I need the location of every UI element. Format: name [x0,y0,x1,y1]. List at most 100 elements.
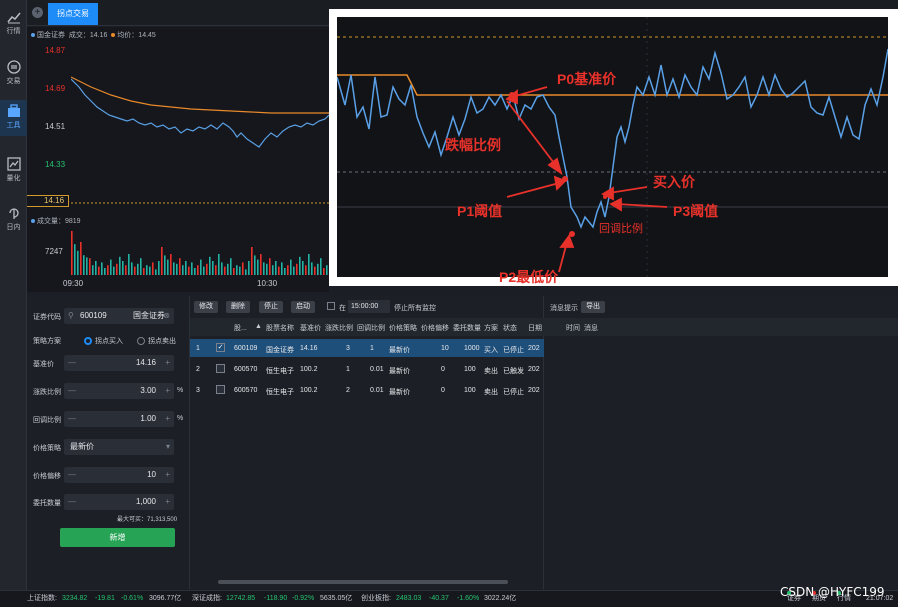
toolbox-icon [7,104,20,117]
schedule-time-input[interactable]: 15:00:00 [348,300,390,313]
code-label: 证券代码 [33,314,61,321]
drop-percent-unit: % [177,387,184,394]
legend-avg: 均价：14.45 [117,32,156,39]
nav-item-intraday[interactable]: 日内 [0,202,27,238]
table-cell: 买入 [484,347,498,354]
volume-bar [254,255,256,275]
nav-item-quotes[interactable]: 行情 [0,6,27,42]
table-cell: 3 [346,345,350,352]
col-status[interactable]: 状态 [503,323,517,333]
volume-bar [203,266,205,275]
price-plot [71,76,329,204]
minus-icon[interactable]: — [68,467,76,483]
plus-icon[interactable]: + [165,467,170,483]
volume-legend: 成交量：9819 [31,216,81,226]
edit-button[interactable]: 修改 [194,301,218,313]
radio-sell[interactable]: 拐点卖出 [137,336,176,346]
start-button[interactable]: 启动 [291,301,315,313]
volume-bar [206,263,208,275]
schedule-checkbox[interactable] [327,302,335,310]
table-cell: 已触发 [503,368,524,375]
time-label-start: 09:30 [63,279,84,288]
clear-icon[interactable]: ⊗ [163,308,170,324]
nav-item-quant[interactable]: 量化 [0,153,27,189]
volume-bar [305,265,307,275]
message-panel: 消息提示 导出 时间 消息 [544,296,898,589]
col-date[interactable]: 日期 [528,323,542,333]
minus-icon[interactable]: — [68,411,76,427]
price-offset-stepper[interactable]: — 10 + [64,467,174,483]
delete-button[interactable]: 删除 [226,301,250,313]
search-icon: ⚲ [68,311,74,320]
nav-item-trade[interactable]: 交易 [0,56,27,92]
table-cell: 202 [528,387,540,394]
code-field[interactable]: ⚲ 600109 国金证券 ⊗ [64,308,174,324]
avg-price-line [71,76,329,114]
plus-icon[interactable]: + [165,355,170,371]
annotation-p3: P3阈值 [673,203,719,219]
quantity-stepper[interactable]: — 1,000 + [64,494,174,510]
volume-bar [125,265,127,275]
col-price-strategy[interactable]: 价格策略 [389,323,417,333]
drop-ratio-stepper[interactable]: — 3.00 + [64,383,174,399]
minus-icon[interactable]: — [68,494,76,510]
annotated-plot [337,17,888,277]
volume-bar [212,261,214,275]
volume-bar [116,263,118,275]
table-cell: 3 [196,387,200,394]
table-cell: 恒生电子 [266,368,294,375]
col-price-offset[interactable]: 价格偏移 [421,323,449,333]
volume-bar [224,266,226,275]
minus-icon[interactable]: — [68,355,76,371]
sort-up-icon[interactable]: ▲ [255,323,262,330]
volume-bar [281,262,283,275]
radio-buy[interactable]: 拐点买入 [84,336,123,346]
col-code[interactable]: 股... [234,323,247,333]
col-name[interactable]: 股票名称 [266,323,294,333]
nav-item-tools[interactable]: 工具 [0,100,27,136]
tab-turning-point-trade[interactable]: 拐点交易 [48,3,98,25]
plus-icon[interactable]: + [165,494,170,510]
volume-bar [107,265,109,275]
col-quantity[interactable]: 委托数量 [453,323,481,333]
minus-icon[interactable]: — [68,383,76,399]
rebound-ratio-stepper[interactable]: — 1.00 + [64,411,174,427]
plus-icon[interactable]: + [165,411,170,427]
add-tab-icon[interactable]: + [32,7,43,18]
table-cell: 最新价 [389,368,410,375]
volume-bar [308,254,310,275]
sh-index-value: 3234.82 [62,595,88,602]
row-checkbox[interactable]: ✓ [216,343,225,352]
volume-bar [278,266,280,275]
price-strategy-select[interactable]: 最新价 ▾ [64,439,174,455]
base-price-stepper[interactable]: — 14.16 + [64,355,174,371]
volume-bar [113,266,115,275]
volume-bar [80,242,82,275]
col-base-price[interactable]: 基准价 [300,323,321,333]
add-button[interactable]: 新增 [60,528,175,547]
volume-bar [110,259,112,275]
col-drop-ratio[interactable]: 涨跌比例 [325,323,353,333]
schedule-at-label: 在 [339,305,346,312]
volume-bar [236,265,238,275]
volume-bar [323,268,325,275]
intraday-icon [8,208,19,219]
chevron-down-icon: ▾ [165,442,170,451]
table-cell: 1 [370,345,374,352]
cy-index-pct: -1.60% [457,595,480,602]
horizontal-scrollbar[interactable] [218,580,508,584]
table-cell: 恒生电子 [266,389,294,396]
plus-icon[interactable]: + [165,383,170,399]
export-button[interactable]: 导出 [581,301,605,313]
table-cell: 2 [196,366,200,373]
volume-bar [173,262,175,275]
stop-button[interactable]: 停止 [259,301,283,313]
radio-buy-label: 拐点买入 [95,338,123,345]
radio-checked-icon [84,337,92,346]
col-rebound-ratio[interactable]: 回调比例 [357,323,385,333]
col-plan[interactable]: 方案 [484,323,498,333]
rebound-ratio-label: 回调比例 [33,417,61,424]
row-checkbox[interactable] [216,364,225,373]
row-checkbox[interactable] [216,385,225,394]
volume-bar [275,261,277,275]
